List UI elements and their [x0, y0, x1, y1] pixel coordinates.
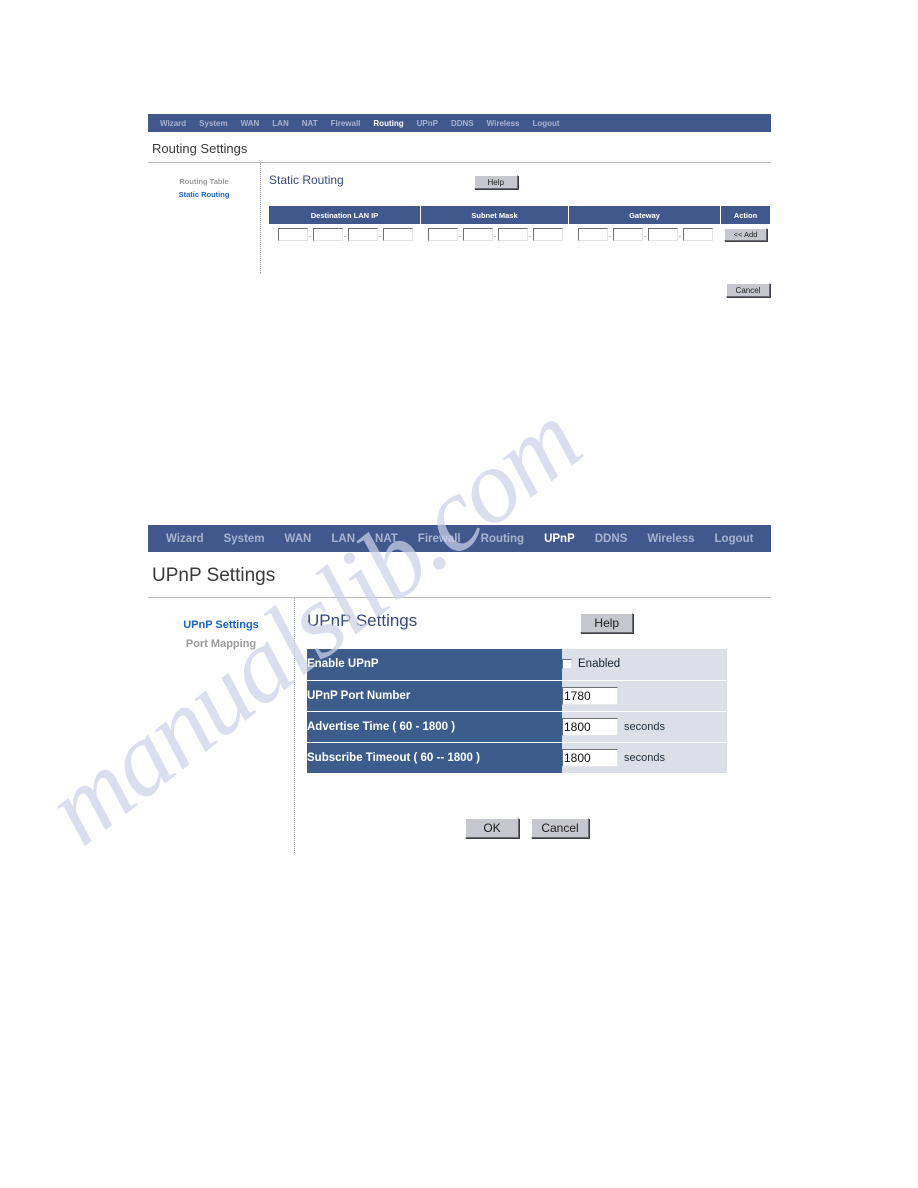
- section-title: Static Routing: [269, 173, 344, 187]
- page-title: Routing Settings: [152, 141, 248, 156]
- subnet-mask-octet-4[interactable]: [532, 228, 563, 241]
- subscribe-timeout-input[interactable]: [562, 748, 618, 767]
- gateway-octet-4[interactable]: [682, 228, 713, 241]
- subnet-mask-octet-3[interactable]: [497, 228, 528, 241]
- label-subscribe-timeout: Subscribe Timeout ( 60 -- 1800 ): [307, 742, 562, 774]
- destination-lan-ip-octet-3[interactable]: [347, 228, 378, 241]
- column-header-subnet-mask: Subnet Mask: [421, 206, 569, 224]
- cancel-button[interactable]: Cancel: [531, 817, 589, 838]
- gateway-group: . . .: [569, 228, 721, 241]
- value-subscribe-timeout: seconds: [562, 742, 727, 774]
- page-title: UPnP Settings: [152, 565, 276, 586]
- routing-content: Static Routing Help Destination LAN IP S…: [261, 163, 771, 313]
- value-upnp-port-number: [562, 680, 727, 712]
- gateway-octet-1[interactable]: [577, 228, 608, 241]
- nav-item-wan[interactable]: WAN: [241, 119, 260, 128]
- nav-item-wizard[interactable]: Wizard: [160, 119, 186, 128]
- nav-item-upnp[interactable]: UPnP: [544, 533, 575, 545]
- nav-item-wireless[interactable]: Wireless: [487, 119, 520, 128]
- upnp-body: UPnP Settings Port Mapping UPnP Settings…: [148, 598, 771, 856]
- upnp-port-number-input[interactable]: [562, 686, 618, 705]
- label-upnp-port-number: UPnP Port Number: [307, 680, 562, 712]
- section-title: UPnP Settings: [307, 611, 418, 630]
- value-advertise-time: seconds: [562, 711, 727, 743]
- nav-item-system[interactable]: System: [224, 533, 265, 545]
- nav-item-lan[interactable]: LAN: [331, 533, 355, 545]
- destination-lan-ip-octet-4[interactable]: [382, 228, 413, 241]
- enable-upnp-checkbox[interactable]: [562, 659, 572, 670]
- label-advertise-time: Advertise Time ( 60 - 1800 ): [307, 711, 562, 743]
- subnet-mask-octet-1[interactable]: [427, 228, 458, 241]
- ok-button[interactable]: OK: [465, 817, 519, 838]
- upnp-sidebar: UPnP Settings Port Mapping: [148, 598, 295, 853]
- upnp-content: UPnP Settings Help Enable UPnP Enabled U…: [295, 598, 771, 856]
- sidebar-item-routing-table[interactable]: Routing Table: [148, 175, 260, 188]
- table-row-port-number: UPnP Port Number: [307, 680, 727, 712]
- advertise-time-unit: seconds: [624, 720, 665, 733]
- sidebar-item-static-routing[interactable]: Static Routing: [148, 188, 260, 201]
- nav-item-system[interactable]: System: [199, 119, 227, 128]
- help-button[interactable]: Help: [580, 613, 634, 633]
- add-route-button[interactable]: << Add: [724, 228, 767, 241]
- nav-item-wireless[interactable]: Wireless: [647, 533, 694, 545]
- subscribe-timeout-unit: seconds: [624, 751, 665, 764]
- nav-item-nat[interactable]: NAT: [302, 119, 318, 128]
- table-row-enable-upnp: Enable UPnP Enabled: [307, 649, 727, 681]
- nav-item-wan[interactable]: WAN: [285, 533, 312, 545]
- enable-upnp-checkbox-label: Enabled: [578, 658, 621, 671]
- nav-item-routing[interactable]: Routing: [373, 119, 403, 128]
- cancel-button[interactable]: Cancel: [726, 283, 770, 297]
- nav-item-upnp[interactable]: UPnP: [417, 119, 438, 128]
- nav-item-lan[interactable]: LAN: [272, 119, 288, 128]
- static-routing-table-header: Destination LAN IP Subnet Mask Gateway A…: [269, 206, 770, 224]
- subnet-mask-octet-2[interactable]: [462, 228, 493, 241]
- nav-item-firewall[interactable]: Firewall: [418, 533, 461, 545]
- nav-item-wizard[interactable]: Wizard: [166, 533, 204, 545]
- table-row-advertise-time: Advertise Time ( 60 - 1800 ) seconds: [307, 711, 727, 743]
- routing-body: Routing Table Static Routing Static Rout…: [148, 163, 771, 313]
- upnp-navbar: Wizard System WAN LAN NAT Firewall Routi…: [148, 525, 771, 552]
- nav-item-nat[interactable]: NAT: [375, 533, 398, 545]
- sidebar-item-upnp-settings[interactable]: UPnP Settings: [148, 616, 294, 635]
- nav-item-firewall[interactable]: Firewall: [331, 119, 361, 128]
- gateway-octet-3[interactable]: [647, 228, 678, 241]
- value-enable-upnp: Enabled: [562, 649, 727, 681]
- help-button[interactable]: Help: [473, 175, 518, 189]
- routing-navbar: Wizard System WAN LAN NAT Firewall Routi…: [148, 114, 771, 132]
- destination-lan-ip-group: . . .: [269, 228, 421, 241]
- nav-item-ddns[interactable]: DDNS: [451, 119, 474, 128]
- routing-sidebar: Routing Table Static Routing: [148, 163, 261, 273]
- subnet-mask-group: . . .: [421, 228, 569, 241]
- gateway-octet-2[interactable]: [612, 228, 643, 241]
- nav-item-logout[interactable]: Logout: [532, 119, 559, 128]
- column-header-gateway: Gateway: [569, 206, 721, 224]
- nav-item-logout[interactable]: Logout: [715, 533, 754, 545]
- nav-item-routing[interactable]: Routing: [481, 533, 524, 545]
- upnp-settings-screenshot: Wizard System WAN LAN NAT Firewall Routi…: [148, 525, 771, 856]
- table-row-subscribe-timeout: Subscribe Timeout ( 60 -- 1800 ) seconds: [307, 742, 727, 774]
- upnp-settings-table: Enable UPnP Enabled UPnP Port Number 178…: [307, 649, 727, 774]
- nav-item-ddns[interactable]: DDNS: [595, 533, 628, 545]
- static-routing-table-row: . . . . . . . . . << Add: [269, 226, 770, 243]
- routing-settings-screenshot: Wizard System WAN LAN NAT Firewall Routi…: [148, 114, 771, 313]
- label-enable-upnp: Enable UPnP: [307, 649, 562, 681]
- sidebar-item-port-mapping[interactable]: Port Mapping: [148, 635, 294, 654]
- destination-lan-ip-octet-2[interactable]: [312, 228, 343, 241]
- column-header-destination-lan-ip: Destination LAN IP: [269, 206, 421, 224]
- destination-lan-ip-octet-1[interactable]: [277, 228, 308, 241]
- column-header-action: Action: [721, 206, 770, 224]
- advertise-time-input[interactable]: [562, 717, 618, 736]
